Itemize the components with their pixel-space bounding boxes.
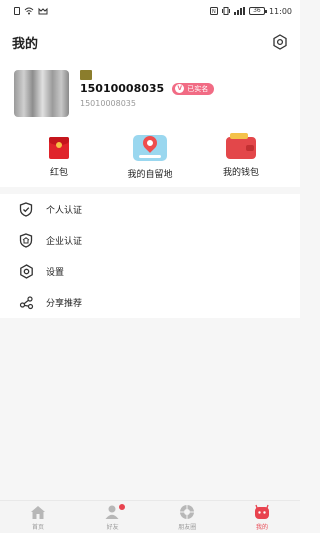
tab-profile[interactable]: 我的 — [236, 504, 288, 531]
shield-check-icon — [18, 202, 34, 218]
red-envelope-icon — [49, 136, 69, 159]
quick-label-my-plot: 我的自留地 — [127, 169, 173, 180]
tab-friends[interactable]: 好友 — [87, 504, 139, 531]
home-icon — [31, 506, 45, 519]
menu-list: 个人认证 企业认证 设置 分享推荐 — [0, 194, 300, 318]
verified-check-icon: V — [175, 84, 185, 93]
status-left-icons — [14, 7, 48, 15]
menu-item-enterprise-verification[interactable]: 企业认证 — [0, 225, 300, 256]
page-header: 我的 — [0, 22, 300, 62]
wallet-icon — [226, 132, 256, 159]
verified-badge: V 已实名 — [172, 82, 215, 95]
name-row: 15010008035 V 已实名 — [80, 82, 215, 95]
quick-red-envelope[interactable]: 红包 — [24, 127, 94, 187]
vibrate-icon — [221, 7, 230, 15]
user-id: 15010008035 — [80, 99, 136, 108]
level-icon — [80, 70, 92, 80]
tab-label-home: 首页 — [31, 524, 44, 531]
username: 15010008035 — [80, 82, 165, 95]
battery-icon: 36 — [248, 7, 267, 15]
svg-text:N: N — [212, 9, 216, 15]
bottom-tab-bar: 首页 好友 朋友圈 我的 — [0, 500, 300, 533]
sim-icon — [14, 7, 20, 15]
hexagon-gear-icon — [18, 264, 34, 280]
profile-card[interactable]: 15010008035 V 已实名 15010008035 — [0, 62, 300, 127]
quick-wallet[interactable]: 我的钱包 — [206, 127, 276, 187]
profile-icon — [254, 504, 269, 519]
share-icon — [18, 295, 34, 311]
friends-notification-badge — [118, 504, 125, 510]
tab-moments[interactable]: 朋友圈 — [161, 504, 213, 531]
menu-label-personal-verification: 个人认证 — [46, 206, 83, 216]
quick-actions: 红包 我的自留地 我的钱包 — [0, 127, 300, 187]
wifi-icon — [24, 7, 34, 15]
tab-label-friends: 好友 — [106, 524, 119, 531]
quick-my-plot[interactable]: 我的自留地 — [115, 127, 185, 187]
signal-icon — [233, 7, 245, 15]
status-bar: N 36 11:00 — [0, 0, 300, 22]
settings-icon[interactable] — [272, 34, 288, 50]
tab-label-moments: 朋友圈 — [178, 524, 197, 531]
menu-label-share: 分享推荐 — [46, 299, 83, 309]
quick-label-wallet: 我的钱包 — [222, 167, 259, 178]
verified-label: 已实名 — [187, 84, 209, 93]
profile-info: 15010008035 V 已实名 15010008035 — [80, 70, 215, 108]
status-time: 11:00 — [268, 6, 292, 16]
cat-icon — [38, 7, 48, 15]
status-right-icons: N 36 11:00 — [209, 6, 292, 16]
avatar[interactable] — [14, 70, 69, 117]
enterprise-shield-icon — [18, 233, 34, 249]
menu-item-personal-verification[interactable]: 个人认证 — [0, 194, 300, 225]
menu-label-settings: 设置 — [46, 268, 65, 278]
page-title: 我的 — [12, 36, 39, 52]
tab-home[interactable]: 首页 — [12, 504, 64, 531]
menu-item-settings[interactable]: 设置 — [0, 256, 300, 287]
quick-label-red-envelope: 红包 — [49, 167, 68, 178]
menu-label-enterprise-verification: 企业认证 — [46, 237, 83, 247]
nfc-icon: N — [209, 7, 218, 15]
location-pin-icon — [133, 132, 167, 161]
menu-item-share[interactable]: 分享推荐 — [0, 287, 300, 318]
tab-label-profile: 我的 — [255, 524, 268, 531]
moments-icon — [180, 505, 195, 519]
